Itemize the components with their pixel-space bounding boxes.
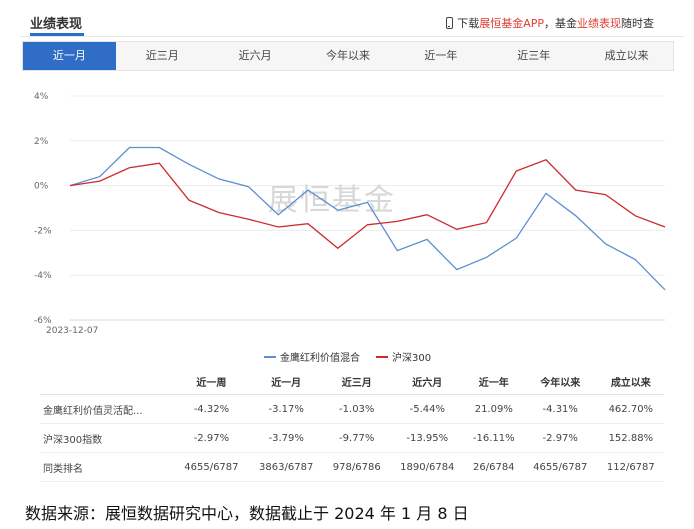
title-underline bbox=[30, 33, 84, 36]
x-tick-label: 2023-12-07 bbox=[46, 326, 98, 336]
performance-card: 业绩表现 下载 展恒基金APP ，基金 业绩表现 随时查 近一月 近三月 近六月 今年… bbox=[20, 0, 684, 482]
column-header: 成立以来 bbox=[597, 368, 664, 395]
table-cell: -2.97% bbox=[174, 423, 249, 453]
row-label: 同类排名 bbox=[40, 452, 174, 482]
legend-item-0[interactable]: 金鹰红利价值混合 bbox=[264, 349, 360, 364]
table-cell: -3.79% bbox=[248, 423, 324, 453]
phone-icon bbox=[446, 17, 454, 29]
column-header: 近一周 bbox=[174, 368, 249, 395]
y-tick-label: 4% bbox=[34, 92, 49, 102]
legend-item-1[interactable]: 沪深300 bbox=[376, 349, 431, 364]
table-cell: 4655/6787 bbox=[522, 452, 598, 482]
tab-5[interactable]: 近三年 bbox=[487, 42, 580, 70]
table-row: 金鹰红利价值灵活配... -4.32% -3.17% -1.03% -5.44% 21.0… bbox=[40, 394, 664, 424]
legend-label: 金鹰红利价值混合 bbox=[280, 353, 360, 364]
table-cell: 4655/6787 bbox=[174, 452, 249, 482]
row-label: 沪深300指数 bbox=[40, 423, 174, 453]
column-header: 近三月 bbox=[323, 368, 390, 395]
series-line-0 bbox=[69, 146, 666, 291]
column-header bbox=[40, 368, 174, 395]
table-row: 同类排名 4655/6787 3863/6787 978/6786 1890/6784 2… bbox=[40, 452, 664, 482]
table-cell: -4.31% bbox=[522, 394, 598, 424]
table-cell: -1.03% bbox=[323, 394, 390, 424]
table-cell: 152.88% bbox=[597, 423, 664, 453]
y-tick-label: -6% bbox=[34, 316, 52, 326]
tab-2[interactable]: 近六月 bbox=[209, 42, 302, 70]
table-row: 沪深300指数 -2.97% -3.79% -9.77% -13.95% -16.11% -… bbox=[40, 423, 664, 453]
promo-middle: ，基金 bbox=[544, 17, 577, 30]
tab-0[interactable]: 近一月 bbox=[23, 42, 116, 70]
legend-label: 沪深300 bbox=[392, 353, 432, 364]
table-cell: -4.32% bbox=[174, 394, 249, 424]
tab-1[interactable]: 近三月 bbox=[116, 42, 209, 70]
y-tick-label: -4% bbox=[34, 271, 52, 281]
card-header: 业绩表现 下载 展恒基金APP ，基金 业绩表现 随时查 bbox=[20, 0, 684, 37]
tab-6[interactable]: 成立以来 bbox=[580, 42, 673, 70]
column-header: 近一月 bbox=[248, 368, 324, 395]
y-tick-label: 0% bbox=[34, 182, 49, 192]
table-cell: -13.95% bbox=[389, 423, 465, 453]
promo-app-name: 展恒基金APP bbox=[479, 17, 544, 30]
table-cell: -3.17% bbox=[248, 394, 324, 424]
table-cell: 1890/6784 bbox=[389, 452, 465, 482]
data-source-note: 数据来源：展恒数据研究中心，数据截止于 2024 年 1 月 8 日 bbox=[25, 504, 469, 523]
table-cell: -5.44% bbox=[389, 394, 465, 424]
chart-legend: 金鹰红利价值混合 沪深300 bbox=[264, 349, 447, 364]
column-header: 今年以来 bbox=[522, 368, 598, 395]
y-tick-label: 2% bbox=[34, 137, 49, 147]
promo-suffix: 随时查 bbox=[621, 17, 654, 30]
promo-performance: 业绩表现 bbox=[577, 17, 621, 30]
promo-prefix: 下载 bbox=[457, 17, 480, 30]
performance-table: 近一周 近一月 近三月 近六月 近一年 今年以来 成立以来 金鹰红利价值灵活配... -4.32… bbox=[40, 368, 664, 482]
table-cell: 26/6784 bbox=[464, 452, 523, 482]
table-header-row: 近一周 近一月 近三月 近六月 近一年 今年以来 成立以来 bbox=[40, 368, 664, 395]
table-cell: -9.77% bbox=[323, 423, 390, 453]
period-tabs: 近一月 近三月 近六月 今年以来 近一年 近三年 成立以来 bbox=[22, 41, 674, 71]
table-cell: -2.97% bbox=[522, 423, 598, 453]
performance-line-chart: 4% 2% 0% -2% -4% -6%2023-12-07 展恒基金 bbox=[34, 92, 666, 336]
table-cell: 112/6787 bbox=[597, 452, 664, 482]
row-label: 金鹰红利价值灵活配... bbox=[40, 394, 174, 424]
table-cell: 462.70% bbox=[597, 394, 664, 424]
table-cell: 978/6786 bbox=[323, 452, 390, 482]
tab-4[interactable]: 近一年 bbox=[394, 42, 487, 70]
table-cell: -16.11% bbox=[464, 423, 523, 453]
legend-swatch bbox=[376, 355, 388, 358]
table-cell: 3863/6787 bbox=[248, 452, 324, 482]
legend-swatch bbox=[264, 355, 276, 358]
tab-3[interactable]: 今年以来 bbox=[302, 42, 395, 70]
table-cell: 21.09% bbox=[464, 394, 523, 424]
column-header: 近一年 bbox=[464, 368, 523, 395]
app-download-link[interactable]: 下载 展恒基金APP ，基金 业绩表现 随时查 bbox=[446, 15, 654, 31]
section-title: 业绩表现 bbox=[30, 17, 83, 32]
column-header: 近六月 bbox=[389, 368, 465, 395]
watermark-text: 展恒基金 bbox=[268, 183, 396, 218]
y-tick-label: -2% bbox=[34, 226, 52, 236]
